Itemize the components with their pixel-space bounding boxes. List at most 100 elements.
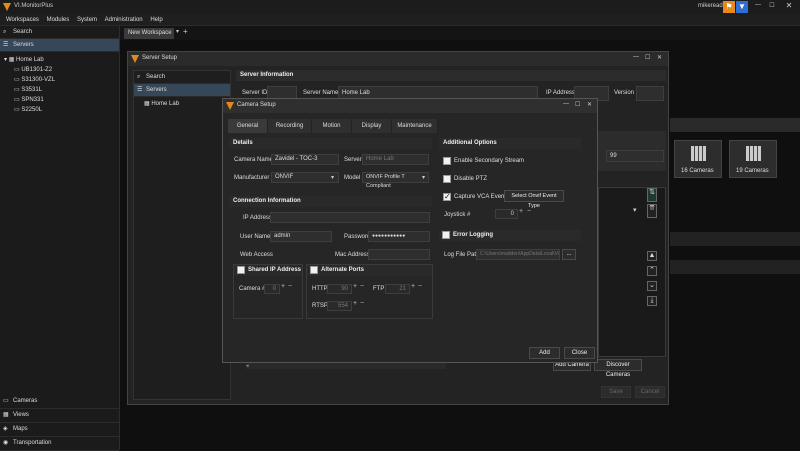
browse-button[interactable]: ... [562, 249, 576, 260]
close-button[interactable]: Close [564, 347, 595, 359]
ip-address-field[interactable] [270, 212, 430, 223]
filter-icon[interactable]: ▼ [736, 1, 748, 13]
minus-icon[interactable]: − [288, 283, 292, 290]
tree-camera[interactable]: ▭ S2250L [4, 105, 119, 115]
move-top-button[interactable]: ⇅ [647, 188, 657, 202]
close-icon[interactable]: ✕ [587, 101, 592, 108]
server-setup-servers[interactable]: ☰ Servers [134, 84, 230, 97]
nav-views[interactable]: ▦ Views [0, 409, 119, 423]
nav-maps[interactable]: ◈ Maps [0, 423, 119, 437]
move-up-button[interactable]: ⌃ [647, 266, 657, 276]
horizontal-scrollbar[interactable]: ◂ [246, 363, 446, 369]
plus-icon[interactable]: + [353, 300, 357, 307]
discover-cameras-button[interactable]: Discover Cameras [594, 359, 642, 378]
close-icon[interactable]: ✕ [657, 54, 662, 61]
scroll-left-icon[interactable]: ◂ [246, 363, 249, 369]
menu-modules[interactable]: Modules [47, 14, 70, 26]
select-onvif-event-button[interactable]: Select Onvif Event Type [504, 190, 564, 209]
nav-transportation[interactable]: ◉ Transportation [0, 437, 119, 451]
tab-display[interactable]: Display [352, 119, 392, 133]
tab-dropdown-icon[interactable]: ▾ [176, 28, 179, 35]
version-field[interactable] [636, 86, 664, 101]
alternate-ports-checkbox[interactable] [310, 266, 318, 274]
tree-root[interactable]: ▾ ▦ Home Lab [4, 55, 119, 65]
joystick-field[interactable]: 0 [495, 209, 518, 219]
error-logging-checkbox[interactable] [442, 231, 450, 239]
shared-ip-checkbox[interactable] [237, 266, 245, 274]
partial-field[interactable]: 99 [606, 150, 664, 162]
maximize-icon[interactable]: ☐ [766, 2, 778, 9]
search-icon: ⌕ [137, 74, 141, 80]
plus-icon[interactable]: + [411, 283, 415, 290]
server-field[interactable]: Home Lab [362, 154, 429, 165]
minimize-icon[interactable]: — [633, 54, 639, 60]
server-setup-search[interactable]: ⌕ Search [134, 71, 230, 84]
close-icon[interactable]: ✕ [783, 1, 795, 10]
ip-address-label: IP Address [243, 215, 272, 221]
menu-system[interactable]: System [77, 14, 97, 26]
minus-icon[interactable]: − [527, 208, 531, 215]
camera-tile[interactable]: 19 Cameras [729, 140, 777, 178]
disable-ptz-checkbox[interactable] [443, 175, 451, 183]
ftp-field[interactable]: 21 [385, 284, 410, 294]
minimize-icon[interactable]: — [563, 101, 569, 107]
minimize-icon[interactable]: — [752, 2, 764, 8]
camera-number-field[interactable]: 0 [264, 284, 280, 294]
plus-icon[interactable]: + [519, 208, 523, 215]
chevron-down-icon[interactable]: ▾ [331, 174, 334, 181]
list-dropdown-icon[interactable]: ▾ [633, 206, 637, 214]
cancel-button[interactable]: Cancel [635, 386, 665, 398]
web-access-label: Web Access [240, 252, 273, 258]
tree-camera-label: S3531L [21, 87, 43, 93]
save-button[interactable]: Save [601, 386, 631, 398]
add-button[interactable]: Add [529, 347, 560, 359]
tree-camera[interactable]: ▭ S3531L [4, 85, 119, 95]
rtsp-field[interactable]: 554 [327, 301, 352, 311]
move-bottom-button[interactable]: ⤓ [647, 296, 657, 306]
plus-icon[interactable]: + [281, 283, 285, 290]
secondary-stream-checkbox[interactable] [443, 157, 451, 165]
tab-motion[interactable]: Motion [312, 119, 352, 133]
move-up-fast-button[interactable]: ⇈ [647, 204, 657, 218]
manufacturer-select[interactable]: ONVIF [271, 172, 339, 183]
minus-icon[interactable]: − [418, 283, 422, 290]
password-field[interactable]: ●●●●●●●●●●● [368, 231, 430, 242]
model-select[interactable]: ONVIF Profile T Compliant [362, 172, 429, 189]
servers-row[interactable]: ☰ Servers [0, 39, 119, 52]
mac-address-field[interactable] [368, 249, 430, 260]
tree-camera[interactable]: ▭ S31300-VZL [4, 75, 119, 85]
camera-tile[interactable]: 16 Cameras [674, 140, 722, 178]
menu-workspaces[interactable]: Workspaces [6, 14, 39, 26]
move-down-button[interactable]: ⌄ [647, 281, 657, 291]
minus-icon[interactable]: − [360, 283, 364, 290]
menu-administration[interactable]: Administration [105, 14, 143, 26]
nav-cameras[interactable]: ▭ Cameras [0, 395, 119, 409]
plus-icon[interactable]: + [353, 283, 357, 290]
maximize-icon[interactable]: ☐ [645, 54, 650, 61]
search-row[interactable]: ⌕ Search [0, 26, 119, 39]
maximize-icon[interactable]: ☐ [575, 101, 580, 108]
log-path-field[interactable]: C:\Users\madden\AppData\Local\Vi [476, 249, 560, 260]
tab-maintenance[interactable]: Maintenance [392, 119, 438, 133]
add-tab-icon[interactable]: + [183, 27, 188, 36]
minus-icon[interactable]: − [360, 300, 364, 307]
tree-camera[interactable]: ▭ SPN331 [4, 95, 119, 105]
camera-tile-label: 16 Cameras [681, 168, 714, 174]
tree-camera[interactable]: ▭ UB1301-Z2 [4, 65, 119, 75]
tree-camera-label: SPN331 [21, 97, 44, 103]
username-field[interactable]: admin [270, 231, 332, 242]
workspace-tab[interactable]: New Workspace [124, 28, 174, 39]
up-button[interactable]: ▲ [647, 251, 657, 261]
server-setup-tree-item[interactable]: ▦ Home Lab [134, 99, 230, 109]
camera-name-field[interactable]: Zavidel - TOC-3 [271, 154, 339, 165]
alert-icon[interactable]: ⚑ [723, 1, 735, 13]
capture-vca-checkbox[interactable]: ✓ [443, 193, 451, 201]
workspace-tabbar: New Workspace ▾ + [120, 26, 800, 40]
http-field[interactable]: 90 [327, 284, 352, 294]
chevron-down-icon[interactable]: ▾ [422, 174, 425, 181]
app-title: VI.MonitorPlus [14, 3, 54, 9]
menu-help[interactable]: Help [150, 14, 162, 26]
tab-recording[interactable]: Recording [268, 119, 312, 133]
collapse-icon[interactable]: ▾ [4, 57, 7, 63]
tab-general[interactable]: General [228, 119, 268, 133]
